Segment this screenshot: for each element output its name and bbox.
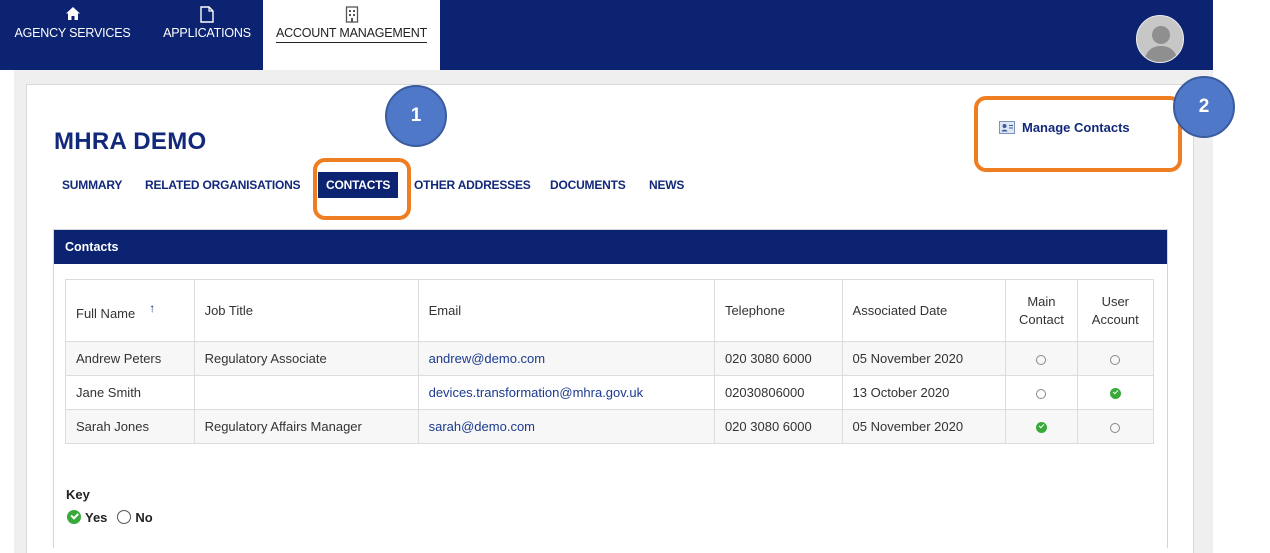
sort-ascending-icon[interactable]: ↑ — [149, 301, 155, 315]
document-icon — [157, 6, 257, 24]
tab-other-addresses[interactable]: OTHER ADDRESSES — [414, 178, 531, 192]
cell-job-title: Regulatory Affairs Manager — [193, 409, 419, 444]
contacts-panel: Contacts Full Name ↑ Job Title Email Tele… — [53, 229, 1168, 548]
column-header-email: Email — [417, 279, 715, 342]
cell-user-account — [1076, 409, 1155, 444]
cell-associated-date: 05 November 2020 — [841, 341, 1007, 376]
top-navigation-bar: AGENCY SERVICES APPLICATIONS ACCOUNT MAN… — [0, 0, 1213, 70]
column-header-main-contact: Main Contact — [1005, 279, 1078, 342]
tab-documents[interactable]: DOCUMENTS — [550, 178, 626, 192]
cell-full-name: Andrew Peters — [65, 341, 195, 376]
yes-check-icon — [1035, 422, 1047, 434]
email-link[interactable]: sarah@demo.com — [429, 419, 535, 434]
callout-badge-2: 2 — [1173, 76, 1235, 138]
key-yes-label: Yes — [85, 510, 108, 525]
cell-email: andrew@demo.com — [417, 341, 715, 376]
building-icon — [263, 6, 440, 24]
page-title: MHRA DEMO — [54, 128, 207, 155]
cell-user-account — [1076, 341, 1155, 376]
column-header-user-account: User Account — [1076, 279, 1155, 342]
tab-related-organisations[interactable]: RELATED ORGANISATIONS — [145, 178, 301, 192]
column-header-job-title: Job Title — [193, 279, 419, 342]
column-header-full-name[interactable]: Full Name ↑ — [65, 279, 195, 342]
no-circle-icon — [117, 510, 132, 524]
key-legend: Yes No — [67, 510, 153, 525]
no-circle-icon — [1110, 422, 1121, 433]
avatar-silhouette-icon — [1144, 26, 1178, 62]
email-link[interactable]: andrew@demo.com — [429, 351, 546, 366]
no-circle-icon — [1036, 388, 1047, 399]
cell-job-title: Regulatory Associate — [193, 341, 419, 376]
contacts-table: Full Name ↑ Job Title Email Telephone Ass… — [65, 279, 1155, 444]
column-header-associated-date: Associated Date — [841, 279, 1007, 342]
nav-label: ACCOUNT MANAGEMENT — [275, 26, 427, 43]
email-link[interactable]: devices.transformation@mhra.gov.uk — [429, 385, 644, 400]
nav-label: AGENCY SERVICES — [14, 26, 131, 40]
table-row: Sarah Jones Regulatory Affairs Manager s… — [65, 409, 1155, 444]
nav-applications[interactable]: APPLICATIONS — [157, 0, 257, 70]
cell-full-name: Jane Smith — [65, 375, 195, 410]
yes-check-icon — [1109, 388, 1121, 400]
cell-main-contact — [1005, 409, 1078, 444]
tab-news[interactable]: NEWS — [649, 178, 684, 192]
tab-summary[interactable]: SUMMARY — [62, 178, 122, 192]
cell-main-contact — [1005, 341, 1078, 376]
contacts-tab-highlight — [313, 158, 411, 220]
table-header-row: Full Name ↑ Job Title Email Telephone Ass… — [65, 279, 1155, 342]
no-circle-icon — [1110, 354, 1121, 365]
callout-badge-1: 1 — [385, 85, 447, 147]
cell-email: sarah@demo.com — [417, 409, 715, 444]
cell-telephone: 020 3080 6000 — [713, 341, 843, 376]
user-avatar[interactable] — [1136, 15, 1184, 63]
cell-job-title — [193, 375, 419, 410]
cell-associated-date: 13 October 2020 — [841, 375, 1007, 410]
cell-full-name: Sarah Jones — [65, 409, 195, 444]
no-circle-icon — [1036, 354, 1047, 365]
cell-user-account — [1076, 375, 1155, 410]
key-no-label: No — [135, 510, 153, 525]
cell-telephone: 02030806000 — [713, 375, 843, 410]
nav-account-management[interactable]: ACCOUNT MANAGEMENT — [263, 0, 440, 70]
table-row: Jane Smith devices.transformation@mhra.g… — [65, 375, 1155, 410]
cell-telephone: 020 3080 6000 — [713, 409, 843, 444]
nav-agency-services[interactable]: AGENCY SERVICES — [0, 0, 145, 70]
table-row: Andrew Peters Regulatory Associate andre… — [65, 341, 1155, 376]
column-header-telephone: Telephone — [713, 279, 843, 342]
manage-contacts-highlight — [974, 96, 1182, 172]
home-icon — [0, 6, 145, 24]
cell-email: devices.transformation@mhra.gov.uk — [417, 375, 715, 410]
cell-associated-date: 05 November 2020 — [841, 409, 1007, 444]
contacts-panel-heading: Contacts — [54, 230, 1167, 264]
key-title: Key — [66, 487, 90, 502]
cell-main-contact — [1005, 375, 1078, 410]
yes-check-icon — [67, 510, 81, 524]
nav-label: APPLICATIONS — [163, 26, 251, 40]
